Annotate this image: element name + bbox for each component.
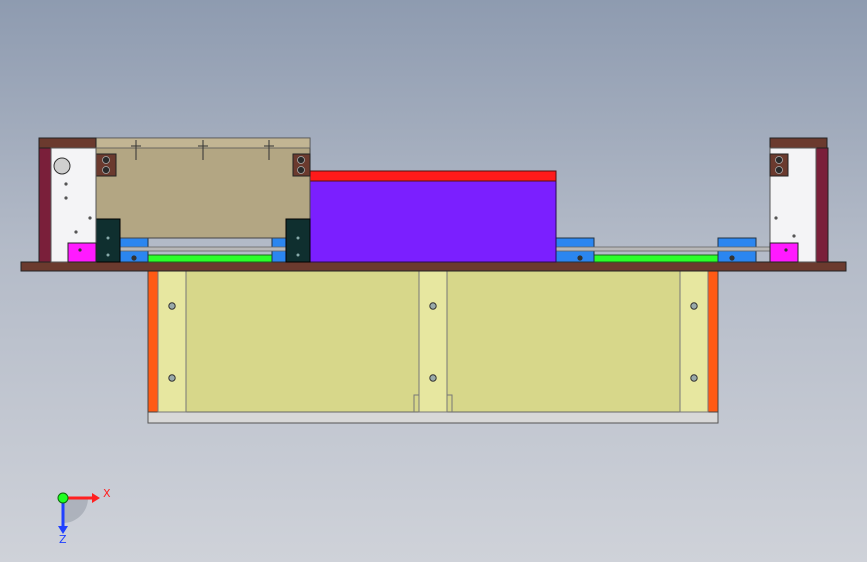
y-axis-dot: [57, 492, 69, 504]
screw-hole: [429, 302, 437, 310]
small-hole: [78, 248, 82, 252]
bolt-head: [775, 156, 783, 164]
small-hole: [792, 234, 796, 238]
cad-viewport[interactable]: X Z: [0, 0, 867, 562]
clamp-bolt: [296, 253, 300, 257]
purple-carriage: [309, 170, 557, 263]
clamp-bolt: [106, 236, 110, 240]
clamp-bolt: [296, 236, 300, 240]
rail-bolt: [131, 255, 137, 261]
mechanical-assembly-front-view: X Z: [20, 137, 847, 546]
base-bottom-strip: [147, 411, 719, 424]
left-maroon-side: [38, 147, 52, 263]
green-rail-left: [147, 254, 289, 263]
bolt-head: [775, 166, 783, 174]
right-maroon-side: [815, 147, 829, 263]
small-hole: [64, 196, 68, 200]
base-left-orange-side: [147, 269, 159, 413]
left-round-boss: [53, 157, 71, 175]
rail-bolt: [729, 255, 735, 261]
base-right-orange-side: [707, 269, 719, 413]
base-right-post: [679, 269, 709, 413]
small-hole: [74, 230, 78, 234]
screw-hole: [429, 374, 437, 382]
base-left-post: [157, 269, 187, 413]
bolt-head: [102, 156, 110, 164]
screw-hole: [690, 302, 698, 310]
magenta-block-left: [67, 242, 97, 263]
right-end-plate: [769, 137, 829, 263]
base-center-post: [418, 269, 448, 413]
small-hole: [774, 216, 778, 220]
bolt-head: [102, 166, 110, 174]
screw-hole: [690, 374, 698, 382]
bolt-head: [297, 156, 305, 164]
lower-base-box: [147, 269, 719, 424]
left-plate-cap: [38, 137, 97, 149]
red-top-plate: [309, 170, 557, 182]
bolt-head: [297, 166, 305, 174]
small-hole: [784, 248, 788, 252]
axis-triad[interactable]: X Z: [57, 487, 111, 546]
rail-bolt: [577, 255, 583, 261]
magenta-block-right: [769, 242, 799, 263]
x-axis-label: X: [103, 487, 111, 500]
green-rail-right: [593, 254, 719, 263]
purple-block: [309, 180, 557, 263]
small-hole: [64, 182, 68, 186]
x-axis-arrow: [92, 493, 100, 503]
top-frame-bar: [20, 261, 847, 272]
right-plate-cap: [769, 137, 828, 149]
screw-hole: [168, 374, 176, 382]
left-end-plate: [38, 137, 97, 263]
clamp-bolt: [106, 253, 110, 257]
small-hole: [88, 216, 92, 220]
z-axis-label: Z: [59, 533, 67, 546]
screw-hole: [168, 302, 176, 310]
